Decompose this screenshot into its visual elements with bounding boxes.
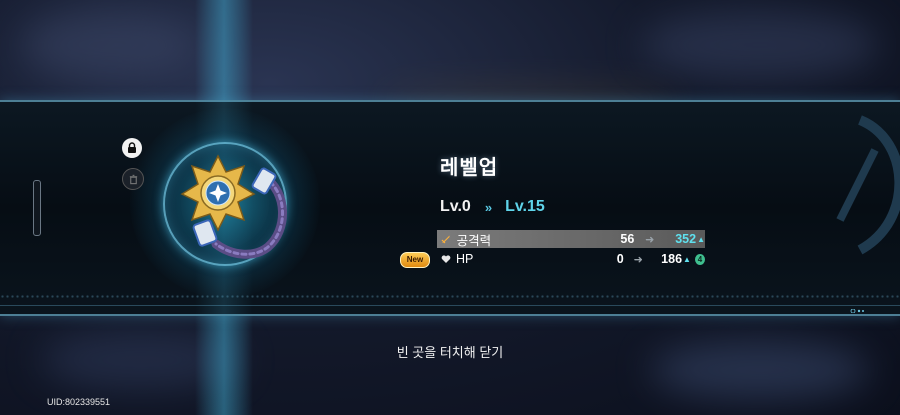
stat-name: HP bbox=[455, 252, 474, 266]
decorative-emblem-icon bbox=[836, 115, 900, 255]
stat-new-value: 186 bbox=[661, 252, 683, 266]
arrow-right-icon: ➜ bbox=[633, 253, 643, 266]
progress-node-icon bbox=[850, 309, 864, 313]
background-blur bbox=[20, 10, 200, 80]
stat-new-value: 352 bbox=[675, 232, 697, 246]
user-id: UID:802339551 bbox=[47, 397, 111, 407]
panel-dot-pattern bbox=[0, 294, 900, 300]
arrow-right-icon: ➜ bbox=[645, 233, 655, 246]
close-hint[interactable]: 빈 곳을 터치해 닫기 bbox=[0, 342, 900, 361]
stat-old-value: 56 bbox=[620, 232, 635, 246]
trash-icon bbox=[129, 174, 137, 184]
stat-name: 공격력 bbox=[456, 233, 492, 248]
side-drawer-handle[interactable] bbox=[33, 180, 41, 236]
heart-icon bbox=[441, 254, 452, 264]
stat-row-hp: HP 0 ➜ 186 ▲ 4 bbox=[437, 250, 705, 268]
stat-row-attack: 공격력 56 ➜ 352 ▲ bbox=[437, 230, 705, 248]
lock-icon bbox=[128, 142, 136, 153]
level-to: Lv.15 bbox=[505, 198, 545, 215]
new-tag: New bbox=[400, 252, 430, 268]
background-blur bbox=[640, 10, 880, 80]
equipment-emblem-icon bbox=[180, 154, 287, 259]
bonus-badge: 4 bbox=[694, 253, 705, 265]
double-chevron-icon: » bbox=[484, 199, 493, 215]
level-from: Lv.0 bbox=[440, 198, 471, 215]
delete-button[interactable] bbox=[122, 168, 144, 190]
increase-triangle-icon: ▲ bbox=[683, 254, 691, 264]
level-change: Lv.0 » Lv.15 bbox=[440, 198, 545, 216]
sword-icon bbox=[441, 234, 453, 244]
increase-triangle-icon: ▲ bbox=[697, 234, 706, 244]
dialog-title: 레벨업 bbox=[440, 157, 499, 179]
lock-button[interactable] bbox=[122, 138, 142, 158]
stat-old-value: 0 bbox=[616, 252, 624, 266]
